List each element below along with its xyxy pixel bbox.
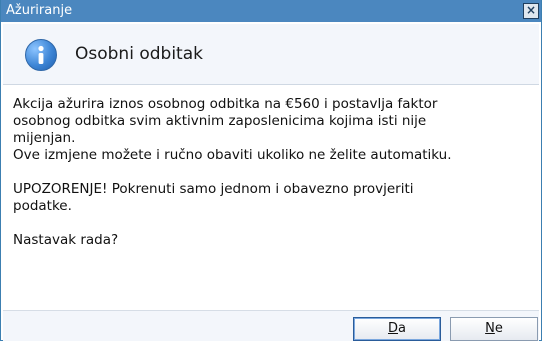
dialog-heading: Osobni odbitak [75,44,203,64]
dialog-window: Ažuriranje × Osobni odbitak Akcija ažuri… [0,0,542,341]
message-line: Ove izmjene možete i ručno obaviti ukoli… [13,147,452,163]
no-button[interactable]: Ne [450,317,538,341]
button-bar: Da Ne [3,310,539,341]
info-icon [25,39,57,71]
message-line: osobnog odbitka svim aktivnim zaposlenic… [13,113,427,129]
yes-mnemonic: D [388,321,399,336]
yes-label-rest: a [398,321,406,336]
question-text: Nastavak rada? [13,232,119,248]
message-line: Akcija ažurira iznos osobnog odbitka na … [13,96,438,112]
message-line: mijenjan. [13,130,76,146]
warning-line: UPOZORENJE! Pokrenuti samo jednom i obav… [13,181,414,197]
message-text: Akcija ažurira iznos osobnog odbitka na … [13,96,533,249]
dialog-header: Osobni odbitak [3,24,539,85]
no-label-rest: e [494,321,503,336]
window-title: Ažuriranje [6,3,73,18]
close-button[interactable]: × [523,3,539,19]
no-mnemonic: N [485,321,495,336]
warning-line: podatke. [13,198,72,214]
yes-button[interactable]: Da [353,317,441,341]
title-bar[interactable]: Ažuriranje × [1,0,541,22]
